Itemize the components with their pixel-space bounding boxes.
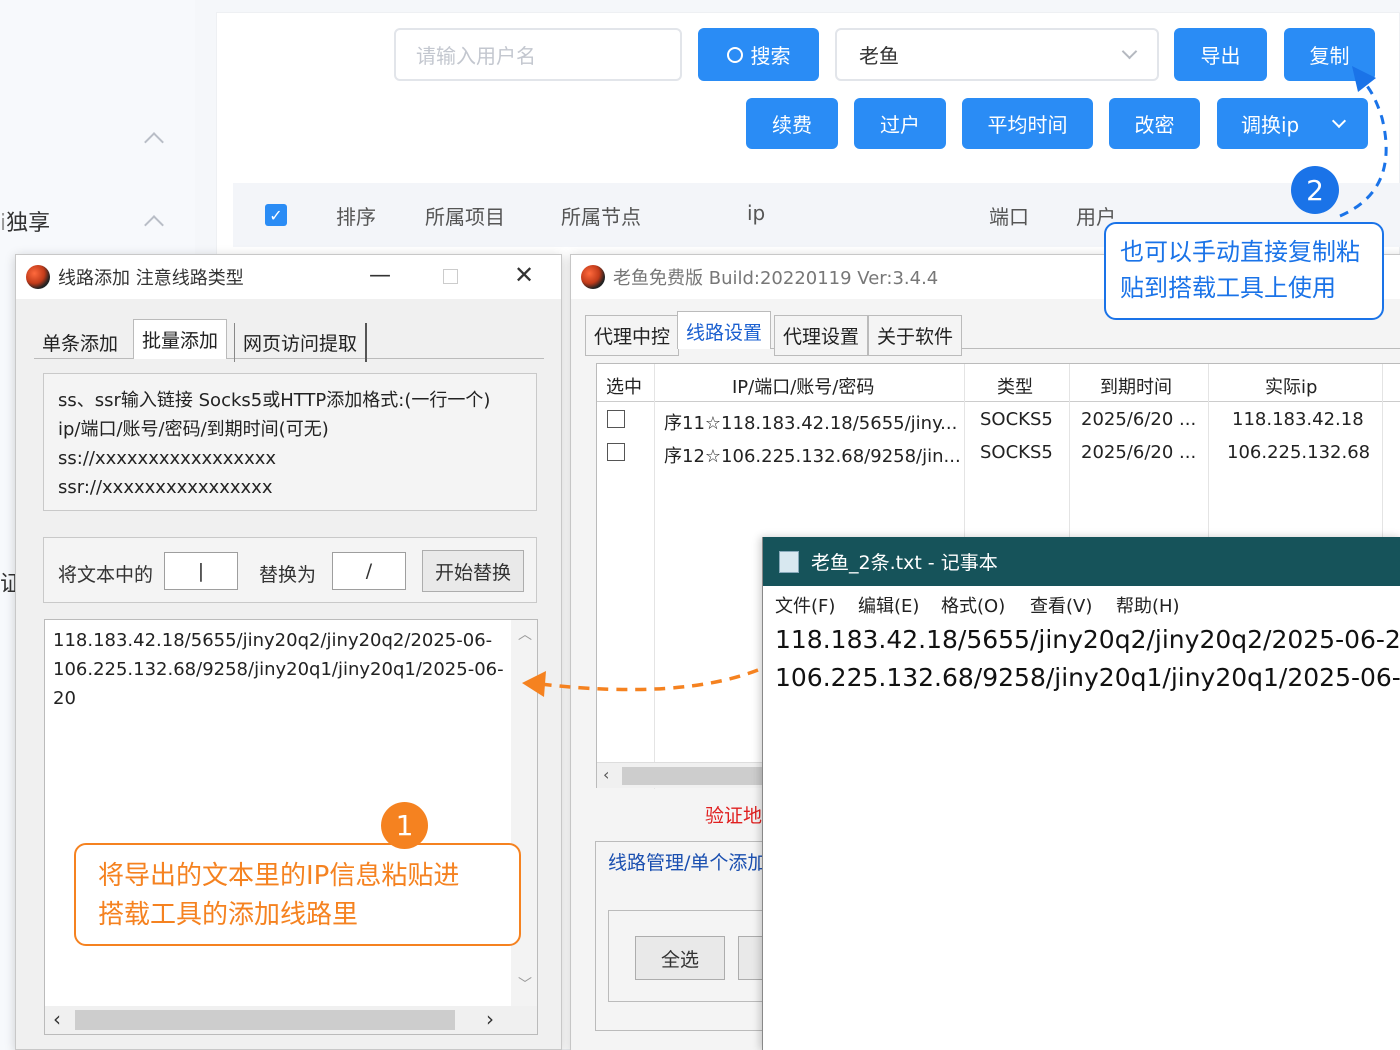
step1-text: 搭载工具的添加线路里 bbox=[98, 900, 359, 930]
step2-callout: 也可以手动直接复制粘 贴到搭载工具上使用 bbox=[1104, 222, 1384, 320]
step1-badge: 1 bbox=[381, 802, 428, 849]
paste-arrowhead bbox=[522, 671, 546, 697]
step2-text: 也可以手动直接复制粘 bbox=[1120, 238, 1360, 266]
step2-badge: 2 bbox=[1291, 166, 1339, 214]
copy-arrow bbox=[1339, 78, 1388, 218]
step1-callout: 将导出的文本里的IP信息粘贴进 搭载工具的添加线路里 bbox=[74, 843, 521, 946]
paste-arrow bbox=[539, 668, 759, 692]
copy-arrowhead bbox=[1352, 66, 1376, 92]
step1-text: 将导出的文本里的IP信息粘贴进 bbox=[98, 861, 460, 891]
step2-text: 贴到搭载工具上使用 bbox=[1120, 274, 1336, 302]
